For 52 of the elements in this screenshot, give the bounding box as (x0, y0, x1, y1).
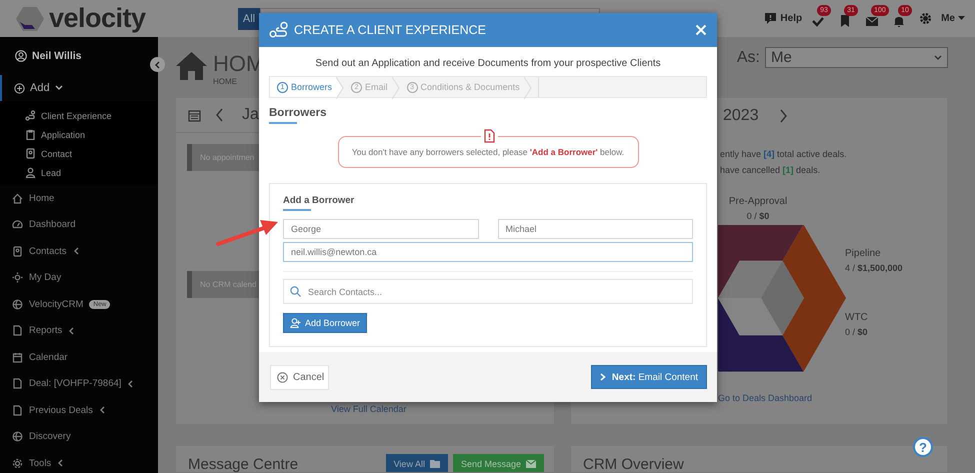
stage-name: WTC (845, 312, 869, 323)
deals-dashboard-link[interactable]: Go to Deals Dashboard (718, 393, 947, 403)
sidebar-item[interactable]: My Day (0, 264, 158, 291)
view-as-select[interactable]: Me (765, 47, 948, 68)
breadcrumb: HOME (213, 77, 238, 86)
card-title: Message Centre (188, 456, 298, 472)
sidebar-item[interactable]: Dashboard (0, 212, 158, 238)
sidebar-item[interactable]: Reports (0, 318, 158, 344)
submenu-item[interactable]: Lead (0, 163, 158, 182)
sidebar-item[interactable]: Deal: [VOHFP-79864] (0, 370, 158, 397)
stage-name: Pipeline (845, 248, 882, 259)
user-menu[interactable]: Me (941, 13, 965, 24)
add-label: Add (30, 82, 50, 94)
stage-name: Pre-Approval (728, 196, 788, 207)
submenu-item[interactable]: Contact (0, 144, 158, 163)
dialog-title: CREATE A CLIENT EXPERIENCE (294, 23, 486, 37)
card-button[interactable]: Send Message (452, 454, 544, 472)
section-title: Borrowers (269, 107, 328, 119)
dialog-subtitle: Send out an Application and receive Documents from your prospective Clients (314, 58, 662, 71)
stage-value: 0 / $0 (746, 211, 770, 221)
submenu-item[interactable]: Client Experience (0, 106, 158, 125)
cancel-button[interactable]: Cancel (270, 364, 329, 390)
sidebar-item[interactable]: Calendar (0, 344, 158, 370)
alert-text: You don't have any borrowers selected, please 'Add a Borrower' below. (352, 147, 624, 157)
search-scope-button[interactable]: All (238, 8, 260, 30)
sidebar-item[interactable]: Discovery (0, 424, 158, 450)
first-name-field[interactable]: George (283, 219, 478, 239)
search-contacts-field[interactable]: Search Contacts... (283, 279, 693, 304)
calendar-link[interactable]: View Full Calendar (176, 404, 554, 424)
stage-value: 4 / $1,500,000 (845, 263, 903, 273)
submenu-item[interactable]: Application (0, 125, 158, 144)
sidebar-item[interactable]: Previous Deals (0, 397, 158, 424)
next-button[interactable]: Next: Email Content (590, 365, 707, 389)
stage-value: 0 / $0 (845, 327, 869, 337)
calendar-month: Ja (242, 106, 259, 124)
help-button[interactable]: ? (913, 437, 933, 457)
last-name-field[interactable]: Michael (498, 219, 693, 239)
sidebar-item[interactable]: Home (0, 185, 158, 212)
add-borrower-button[interactable]: Add Borrower (283, 313, 368, 333)
card-title: CRM Overview (583, 456, 684, 472)
sidebar-item[interactable]: Contacts (0, 238, 158, 264)
view-as-label: As: (736, 48, 760, 66)
deal-summary: have cancelled [1] deals. (720, 164, 822, 177)
email-field[interactable]: neil.willis@newton.ca (283, 242, 693, 262)
panel-title: Add a Borrower (283, 195, 356, 206)
help-label[interactable]: Help (780, 13, 802, 24)
year-label: 2023 (723, 106, 759, 124)
logo-text: velocity (49, 3, 146, 34)
card-button[interactable]: View All (386, 454, 448, 472)
sidebar-item[interactable]: Tools (0, 450, 158, 473)
user-name: Neil Willis (32, 50, 82, 62)
deal-summary: ently have [4] total active deals. (720, 148, 848, 161)
